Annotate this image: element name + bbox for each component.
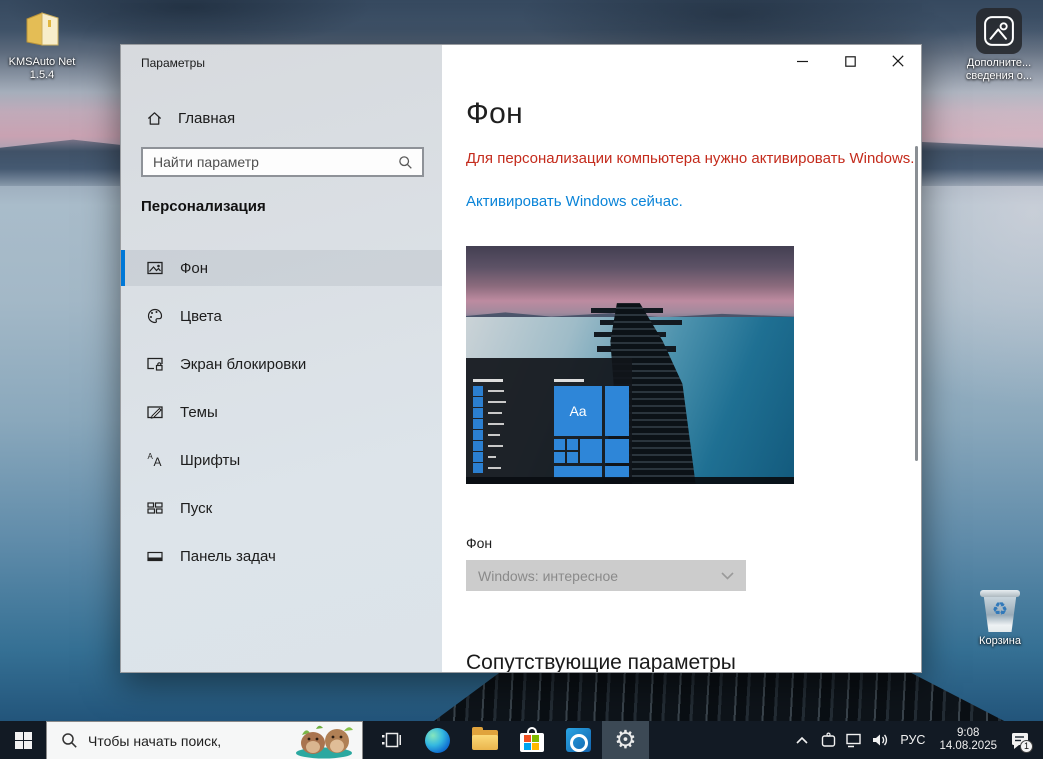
picture-icon [982, 14, 1016, 48]
minimize-button[interactable] [789, 51, 815, 71]
tray-time: 9:08 [939, 727, 997, 740]
taskbar-apps: ⚙ [367, 721, 649, 759]
sidebar-item-taskbar[interactable]: Панель задач [121, 538, 442, 574]
file-explorer-icon [472, 730, 498, 750]
preview-aa-tile: Aa [554, 386, 602, 436]
settings-button[interactable]: ⚙ [602, 721, 649, 759]
tray-date: 14.08.2025 [939, 740, 997, 753]
sidebar-item-home[interactable]: Главная [141, 105, 401, 131]
preview-taskbar [466, 477, 794, 484]
lock-screen-icon [146, 355, 164, 373]
scrollbar[interactable] [915, 146, 918, 461]
sidebar-item-fonts[interactable]: A A Шрифты [121, 442, 442, 478]
chevron-down-icon [721, 572, 734, 580]
search-icon [398, 155, 413, 170]
background-field-label: Фон [466, 535, 492, 551]
window-caption-buttons [789, 51, 911, 71]
taskbar: ⚙ РУС 9:08 14.08.2025 1 [0, 721, 1043, 759]
nav-label: Панель задач [180, 548, 276, 565]
store-button[interactable] [508, 721, 555, 759]
tray-chevron-up-icon[interactable] [792, 721, 812, 759]
recycle-bin-icon: ♻ [980, 590, 1020, 632]
nav-label: Пуск [180, 500, 212, 517]
window-title: Параметры [141, 56, 205, 70]
start-layout-icon [146, 499, 164, 517]
sidebar-item-lock-screen[interactable]: Экран блокировки [121, 346, 442, 382]
search-highlight-image [286, 723, 362, 759]
desktop-icon-kmsauto[interactable]: KMSAuto Net 1.5.4 [0, 8, 84, 82]
background-preview: Aa [466, 246, 794, 484]
desktop-icon-recycle-bin[interactable]: ♻ Корзина [960, 590, 1040, 648]
background-dropdown[interactable]: Windows: интересное [466, 560, 746, 591]
svg-text:A: A [154, 455, 162, 469]
task-view-icon [380, 729, 402, 751]
gear-icon: ⚙ [614, 728, 636, 753]
edge-button[interactable] [414, 721, 461, 759]
close-button[interactable] [885, 51, 911, 71]
desktop-icon-label: Корзина [960, 635, 1040, 648]
tray-device-icon[interactable] [818, 721, 838, 759]
language-indicator[interactable]: РУС [896, 733, 929, 747]
nav-label: Фон [180, 260, 208, 277]
settings-window: Параметры Главная Персонализация Фон [120, 44, 922, 673]
home-icon [146, 110, 163, 127]
taskbar-search-box[interactable] [46, 721, 363, 759]
home-label: Главная [178, 110, 235, 127]
activate-windows-link[interactable]: Активировать Windows сейчас. [466, 193, 683, 210]
settings-search-box[interactable] [141, 147, 424, 177]
picture-tile [976, 8, 1022, 54]
settings-sidebar: Параметры Главная Персонализация Фон [121, 45, 442, 672]
search-icon [61, 732, 78, 749]
taskbar-search-input[interactable] [88, 733, 286, 749]
task-view-button[interactable] [367, 721, 414, 759]
clock[interactable]: 9:08 14.08.2025 [935, 727, 1001, 753]
background-icon [146, 259, 164, 277]
outlook-button[interactable] [555, 721, 602, 759]
desktop-icon-spotlight-info[interactable]: Дополните... сведения о... [956, 8, 1042, 83]
fonts-icon: A A [146, 451, 164, 469]
wallpaper-pier [430, 664, 1010, 724]
sidebar-item-start[interactable]: Пуск [121, 490, 442, 526]
store-icon [520, 727, 544, 753]
preview-start-menu: Aa [466, 358, 632, 484]
nav-label: Цвета [180, 308, 222, 325]
sidebar-section-title: Персонализация [141, 198, 266, 215]
sidebar-item-colors[interactable]: Цвета [121, 298, 442, 334]
dropdown-value: Windows: интересное [478, 568, 721, 584]
desktop-icon-label: KMSAuto Net 1.5.4 [0, 56, 84, 82]
outlook-icon [566, 728, 591, 752]
taskbar-settings-icon [146, 547, 164, 565]
open-folder-icon [18, 8, 66, 48]
sidebar-item-background[interactable]: Фон [121, 250, 442, 286]
settings-search-input[interactable] [143, 154, 398, 170]
edge-icon [425, 728, 450, 753]
sidebar-nav: Фон Цвета Экран блокировки [121, 250, 442, 586]
desktop-icon-label: Дополните... сведения о... [956, 57, 1042, 83]
related-settings-heading: Сопутствующие параметры [466, 651, 736, 673]
nav-label: Экран блокировки [180, 356, 306, 373]
nav-label: Шрифты [180, 452, 240, 469]
recycle-glyph: ♻ [980, 599, 1020, 620]
activation-warning: Для персонализации компьютера нужно акти… [466, 150, 914, 167]
sidebar-item-themes[interactable]: Темы [121, 394, 442, 430]
file-explorer-button[interactable] [461, 721, 508, 759]
palette-icon [146, 307, 164, 325]
maximize-button[interactable] [837, 51, 863, 71]
nav-label: Темы [180, 404, 218, 421]
settings-content: Фон Для персонализации компьютера нужно … [442, 45, 921, 672]
windows-logo-icon [15, 732, 32, 749]
page-title: Фон [466, 97, 523, 131]
tray-volume-icon[interactable] [870, 721, 890, 759]
notification-badge: 1 [1020, 740, 1033, 753]
themes-icon [146, 403, 164, 421]
system-tray: РУС 9:08 14.08.2025 1 [792, 721, 1043, 759]
tray-network-icon[interactable] [844, 721, 864, 759]
start-button[interactable] [0, 721, 46, 759]
action-center-button[interactable]: 1 [1007, 721, 1033, 759]
